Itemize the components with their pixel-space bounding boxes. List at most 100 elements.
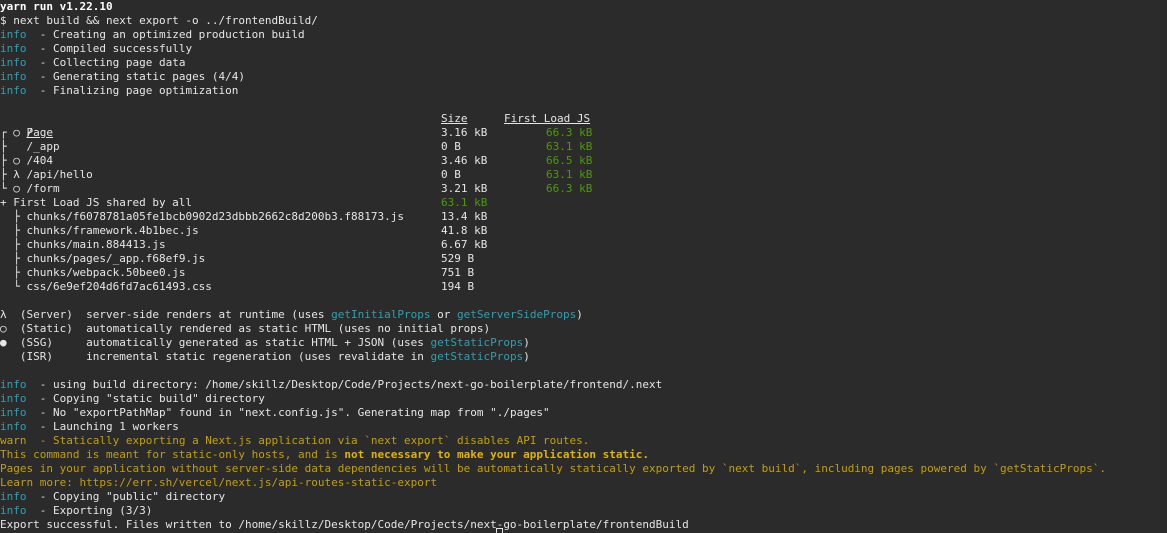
build-log-line: info - Creating an optimized production … [0, 28, 1167, 42]
log-text: - Collecting page data [26, 56, 186, 69]
legend-line: (ISR) incremental static regeneration (u… [0, 350, 1167, 364]
log-tag: info [0, 84, 27, 97]
yarn-version-line: yarn run v1.22.10 [0, 0, 113, 13]
chunk-size: 529 B [441, 252, 475, 265]
row-prefix: ├ ○ [0, 154, 27, 167]
chunk-size: 751 B [441, 266, 475, 279]
log-tag: info [0, 392, 27, 405]
build-log-line: info - Finalizing page optimization [0, 84, 1167, 98]
export-log-line: info - Exporting (3/3) [0, 504, 1167, 518]
table-header: Page Size First Load JS [0, 112, 1167, 139]
row-first-load: 63.1 kB [546, 140, 593, 153]
text-cursor [496, 528, 503, 533]
chunk-size: 194 B [441, 280, 475, 293]
log-tag: info [0, 56, 27, 69]
chunk-row: ├ chunks/main.884413.js 6.67 kB [0, 238, 1167, 252]
note-emphasis: not necessary to make your application s… [344, 448, 650, 461]
log-text: - Generating static pages (4/4) [26, 70, 246, 83]
terminal-window[interactable]: yarn run v1.22.10 $ next build && next e… [0, 0, 1167, 533]
chunk-size: 6.67 kB [441, 238, 488, 251]
note-text: This command is meant for static-only ho… [0, 448, 345, 461]
chunk-prefix: ├ [0, 224, 27, 237]
row-prefix: ├ λ [0, 168, 27, 181]
legend-link: getStaticProps [430, 336, 524, 349]
row-size: 3.46 kB [441, 154, 488, 167]
chunk-path: chunks/main.884413.js [26, 238, 166, 251]
log-text: - Exporting (3/3) [26, 504, 153, 517]
legend-line: ○ (Static) automatically rendered as sta… [0, 322, 1167, 336]
row-prefix: └ ○ [0, 182, 27, 195]
row-first-load: 66.3 kB [546, 126, 593, 139]
legend-link: getInitialProps [331, 308, 431, 321]
header-size: Size [441, 112, 468, 125]
row-size: 3.21 kB [441, 182, 488, 195]
log-text: - using build directory: /home/skillz/De… [26, 378, 663, 391]
chunk-path: chunks/framework.4b1bec.js [26, 224, 199, 237]
log-tag: info [0, 28, 27, 41]
row-first-load: 63.1 kB [546, 168, 593, 181]
chunk-prefix: ├ [0, 210, 27, 223]
warn-tag: warn [0, 434, 27, 447]
legend-text: ) [576, 308, 583, 321]
row-prefix: ┌ ○ [0, 126, 27, 139]
chunk-row: ├ chunks/framework.4b1bec.js 41.8 kB [0, 224, 1167, 238]
header-first-load: First Load JS [504, 112, 591, 125]
log-tag: info [0, 42, 27, 55]
export-log-line: info - using build directory: /home/skil… [0, 378, 1167, 392]
legend-text: λ (Server) server-side renders at runtim… [0, 308, 332, 321]
chunk-path: chunks/pages/_app.f68ef9.js [26, 252, 206, 265]
log-text: - Copying "public" directory [26, 490, 226, 503]
export-success-line: Export successful. Files written to /hom… [0, 518, 689, 531]
legend-text: ) [523, 350, 530, 363]
legend-text: ○ (Static) automatically rendered as sta… [0, 322, 491, 335]
legend-text: or [430, 308, 457, 321]
warn-line: warn - Statically exporting a Next.js ap… [0, 434, 1167, 448]
legend-line: ● (SSG) automatically generated as stati… [0, 336, 1167, 350]
static-host-note: This command is meant for static-only ho… [0, 448, 1167, 462]
table-row: ├ /_app 0 B 63.1 kB [0, 140, 1167, 154]
export-log-line: info - No "exportPathMap" found in "next… [0, 406, 1167, 420]
shared-row: + First Load JS shared by all 63.1 kB [0, 196, 1167, 210]
legend-link: getServerSideProps [456, 308, 577, 321]
build-log-line: info - Collecting page data [0, 56, 1167, 70]
row-path: /form [26, 182, 60, 195]
log-tag: info [0, 420, 27, 433]
log-text: - Compiled successfully [26, 42, 193, 55]
chunk-row: ├ chunks/f6078781a05fe1bcb0902d23dbbb266… [0, 210, 1167, 224]
log-text: - Creating an optimized production build [26, 28, 305, 41]
export-log-line: info - Copying "public" directory [0, 490, 1167, 504]
export-log-line: info - Launching 1 workers [0, 420, 1167, 434]
build-log-line: info - Generating static pages (4/4) [0, 70, 1167, 84]
chunk-row: └ css/6e9ef204d6fd7ac61493.css 194 B [0, 280, 1167, 294]
log-tag: info [0, 490, 27, 503]
chunk-path: chunks/webpack.50bee0.js [26, 266, 186, 279]
row-size: 0 B [441, 140, 461, 153]
build-log-line: info - Compiled successfully [0, 42, 1167, 56]
learn-more-line: Learn more: https://err.sh/vercel/next.j… [0, 476, 438, 489]
command-line: $ next build && next export -o ../fronte… [0, 14, 318, 27]
log-tag: info [0, 70, 27, 83]
table-row: ├ λ /api/hello 0 B 63.1 kB [0, 168, 1167, 182]
chunk-prefix: ├ [0, 238, 27, 251]
log-text: - Launching 1 workers [26, 420, 179, 433]
table-row: ├ ○ /404 3.46 kB 66.5 kB [0, 154, 1167, 168]
row-path: /api/hello [26, 168, 93, 181]
log-tag: info [0, 504, 27, 517]
legend-text: ● (SSG) automatically generated as stati… [0, 336, 431, 349]
pages-note: Pages in your application without server… [0, 462, 1106, 475]
chunk-row: ├ chunks/pages/_app.f68ef9.js 529 B [0, 252, 1167, 266]
log-text: - Finalizing page optimization [26, 84, 239, 97]
shared-label: + First Load JS shared by all [0, 196, 193, 209]
row-size: 0 B [441, 168, 461, 181]
row-first-load: 66.3 kB [546, 182, 593, 195]
log-text: - Copying "static build" directory [26, 392, 265, 405]
table-row: └ ○ /form 3.21 kB 66.3 kB [0, 182, 1167, 196]
legend-text: ) [523, 336, 530, 349]
row-path: /_app [26, 140, 60, 153]
chunk-path: chunks/f6078781a05fe1bcb0902d23dbbb2662c… [26, 210, 405, 223]
log-tag: info [0, 406, 27, 419]
legend-line: λ (Server) server-side renders at runtim… [0, 308, 1167, 322]
log-text: - No "exportPathMap" found in "next.conf… [26, 406, 550, 419]
